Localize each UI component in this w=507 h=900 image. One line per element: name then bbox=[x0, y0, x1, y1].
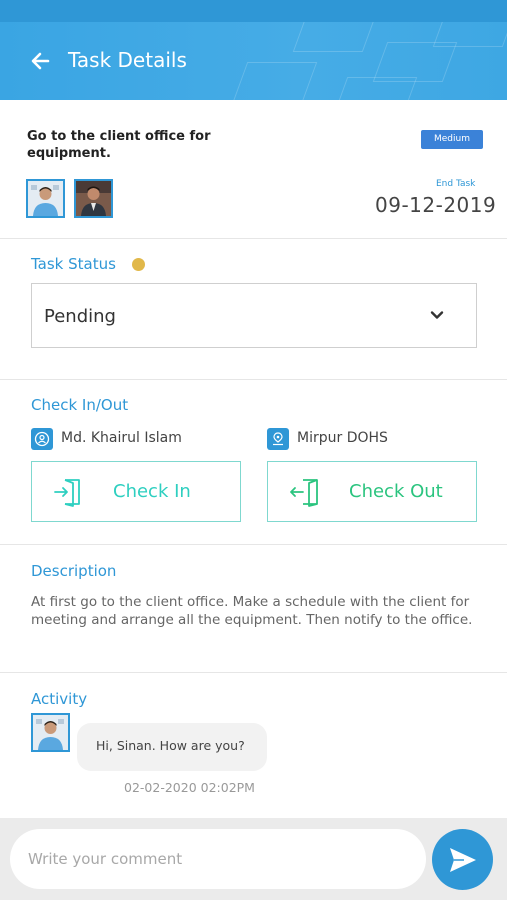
activity-message-bubble: Hi, Sinan. How are you? bbox=[77, 723, 267, 771]
priority-badge: Medium bbox=[421, 130, 483, 149]
check-out-button[interactable]: Check Out bbox=[267, 461, 477, 522]
status-bar bbox=[0, 0, 507, 22]
location-icon bbox=[267, 428, 289, 450]
avatar-image bbox=[28, 181, 63, 216]
send-button[interactable] bbox=[432, 829, 493, 890]
assignee-name: Md. Khairul Islam bbox=[61, 430, 182, 446]
page-title: Task Details bbox=[68, 48, 187, 72]
divider bbox=[0, 238, 507, 239]
divider bbox=[0, 379, 507, 380]
avatar-image bbox=[33, 715, 68, 750]
comment-bar bbox=[0, 818, 507, 900]
check-out-icon bbox=[290, 479, 318, 507]
location-name: Mirpur DOHS bbox=[297, 430, 388, 446]
description-title: Description bbox=[31, 562, 117, 580]
assignee-avatar-2[interactable] bbox=[74, 179, 113, 218]
send-icon bbox=[450, 848, 476, 872]
check-out-label: Check Out bbox=[349, 481, 443, 502]
check-in-icon bbox=[54, 479, 80, 507]
chevron-down-icon bbox=[430, 311, 444, 319]
check-in-button[interactable]: Check In bbox=[31, 461, 241, 522]
activity-message-text: Hi, Sinan. How are you? bbox=[96, 738, 245, 753]
app-header: Task Details bbox=[0, 22, 507, 100]
check-in-out-title: Check In/Out bbox=[31, 396, 129, 414]
arrow-left-icon bbox=[31, 52, 50, 70]
assignee-avatar-1[interactable] bbox=[26, 179, 65, 218]
task-status-title: Task Status bbox=[31, 255, 116, 273]
comment-input[interactable] bbox=[10, 829, 426, 889]
task-status-select[interactable]: Pending bbox=[31, 283, 477, 348]
activity-title: Activity bbox=[31, 690, 88, 708]
end-task-date: 09-12-2019 bbox=[375, 193, 497, 217]
end-task-label: End Task bbox=[436, 179, 476, 189]
task-title: Go to the client office for equipment. bbox=[27, 129, 211, 161]
commenter-avatar[interactable] bbox=[31, 713, 70, 752]
avatar-image bbox=[76, 181, 111, 216]
check-in-label: Check In bbox=[113, 481, 191, 502]
user-icon bbox=[31, 428, 53, 450]
divider bbox=[0, 544, 507, 545]
activity-timestamp: 02-02-2020 02:02PM bbox=[124, 780, 255, 795]
back-button[interactable] bbox=[28, 48, 54, 74]
description-text: At first go to the client office. Make a… bbox=[31, 594, 473, 628]
task-status-value: Pending bbox=[44, 306, 116, 327]
divider bbox=[0, 672, 507, 673]
status-indicator-dot bbox=[132, 258, 145, 271]
